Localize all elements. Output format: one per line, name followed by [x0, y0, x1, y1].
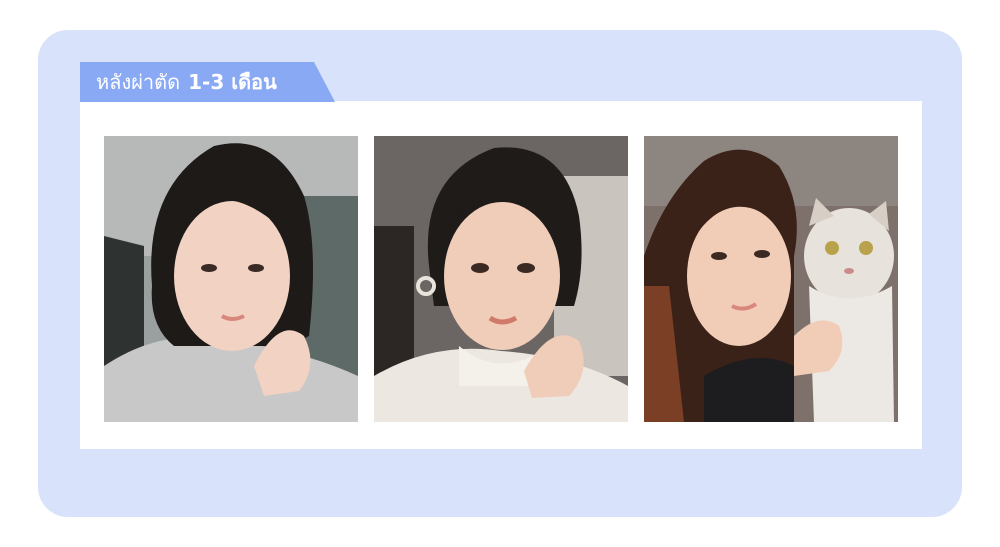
- portrait-photo-2-image: [374, 136, 628, 422]
- photo-2: [374, 136, 628, 422]
- portrait-with-cat-icon: [644, 136, 898, 422]
- header-label-regular: หลังผ่าตัด: [96, 70, 181, 94]
- portrait-photo-1-image: [104, 136, 358, 422]
- photo-3: [644, 136, 898, 422]
- header-label-bold: 1-3 เดือน: [188, 70, 277, 94]
- photo-1: [104, 136, 358, 422]
- header-tab: หลังผ่าตัด 1-3 เดือน: [80, 62, 335, 102]
